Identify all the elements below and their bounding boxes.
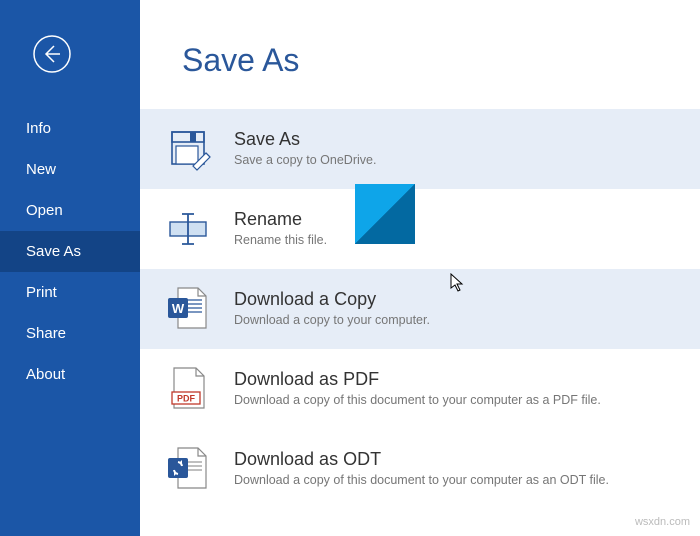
option-text: Save As Save a copy to OneDrive. [234, 129, 680, 167]
svg-text:PDF: PDF [177, 394, 196, 404]
option-download-copy[interactable]: W Download a Copy Download a copy to you… [140, 269, 700, 349]
option-desc: Rename this file. [234, 233, 680, 247]
sidebar-item-new[interactable]: New [0, 149, 140, 190]
sidebar-item-print[interactable]: Print [0, 272, 140, 313]
option-text: Download a Copy Download a copy to your … [234, 289, 680, 327]
sidebar-item-open[interactable]: Open [0, 190, 140, 231]
option-desc: Save a copy to OneDrive. [234, 153, 680, 167]
back-arrow-icon [32, 34, 72, 74]
save-icon [160, 120, 216, 176]
option-download-pdf[interactable]: PDF Download as PDF Download a copy of t… [140, 349, 700, 429]
sidebar-item-share[interactable]: Share [0, 313, 140, 354]
sidebar-item-info[interactable]: Info [0, 108, 140, 149]
option-desc: Download a copy of this document to your… [234, 473, 680, 487]
option-title: Download a Copy [234, 289, 680, 310]
pdf-doc-icon: PDF [160, 360, 216, 416]
option-text: Download as ODT Download a copy of this … [234, 449, 680, 487]
option-desc: Download a copy of this document to your… [234, 393, 680, 407]
page-title: Save As [140, 0, 700, 109]
word-doc-icon: W [160, 280, 216, 336]
option-list: Save As Save a copy to OneDrive. Rename … [140, 109, 700, 509]
option-text: Download as PDF Download a copy of this … [234, 369, 680, 407]
option-title: Download as PDF [234, 369, 680, 390]
option-title: Download as ODT [234, 449, 680, 470]
rename-icon [160, 200, 216, 256]
odt-doc-icon [160, 440, 216, 496]
sidebar-item-about[interactable]: About [0, 354, 140, 395]
option-desc: Download a copy to your computer. [234, 313, 680, 327]
svg-text:W: W [172, 301, 185, 316]
option-save-as[interactable]: Save As Save a copy to OneDrive. [140, 109, 700, 189]
sidebar: Info New Open Save As Print Share About [0, 0, 140, 536]
back-button[interactable] [28, 30, 76, 78]
option-text: Rename Rename this file. [234, 209, 680, 247]
sidebar-item-saveas[interactable]: Save As [0, 231, 140, 272]
main-panel: Save As Save As Save a copy to OneDrive. [140, 0, 700, 536]
option-download-odt[interactable]: Download as ODT Download a copy of this … [140, 429, 700, 509]
option-title: Rename [234, 209, 680, 230]
option-rename[interactable]: Rename Rename this file. [140, 189, 700, 269]
option-title: Save As [234, 129, 680, 150]
